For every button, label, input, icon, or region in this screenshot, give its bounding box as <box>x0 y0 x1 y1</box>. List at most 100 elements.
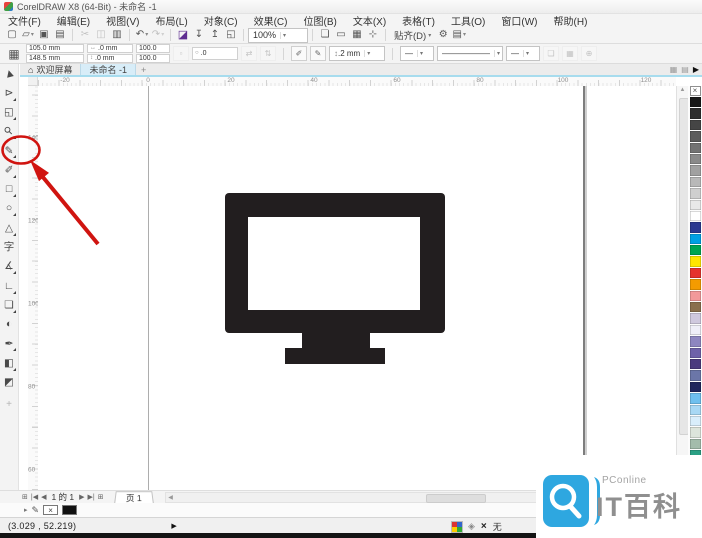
outline-width-combo[interactable]: ↕ .2 mm ▾ <box>329 46 385 61</box>
menu-item[interactable]: 对象(C) <box>196 14 246 28</box>
view-grid-icon[interactable]: ▦ <box>670 65 678 74</box>
end-arrowhead-combo[interactable]: — ▾ <box>506 46 540 61</box>
monitor-clipart-frame[interactable] <box>225 193 445 333</box>
artistic-media-tool[interactable]: ✐ <box>0 160 18 179</box>
palette-swatch[interactable] <box>689 404 701 415</box>
menu-item[interactable]: 文本(X) <box>345 14 394 28</box>
page-width-field[interactable]: 105.0 mm <box>26 44 84 53</box>
snap-to-dropdown[interactable]: 贴齐(D) <box>390 28 435 42</box>
palette-swatch[interactable] <box>689 381 701 393</box>
palette-swatch[interactable] <box>689 358 701 370</box>
rectangle-tool[interactable]: □ <box>0 180 18 199</box>
palette-swatch[interactable] <box>689 153 701 165</box>
palette-swatch[interactable] <box>689 176 701 188</box>
menu-item[interactable]: 窗口(W) <box>493 14 545 28</box>
palette-swatch[interactable] <box>689 119 701 131</box>
previous-page-button[interactable]: ◀ <box>41 494 46 501</box>
vertical-scrollbar[interactable]: ▲ ▼ <box>676 86 689 490</box>
menu-item[interactable]: 视图(V) <box>98 14 147 28</box>
horizontal-scroll-thumb[interactable] <box>426 493 487 503</box>
palette-swatch[interactable] <box>689 256 701 267</box>
position-y-field[interactable]: ↕ .0 mm <box>87 54 133 63</box>
palette-swatch[interactable] <box>689 131 701 142</box>
menu-item[interactable]: 位图(B) <box>295 14 344 28</box>
customize-toolbox-button[interactable]: + <box>0 396 18 412</box>
scale-y-field[interactable]: 100.0 <box>136 54 170 63</box>
to-front-button[interactable]: ▦ <box>562 46 578 61</box>
print-icon[interactable]: ▤ <box>52 28 68 43</box>
search-content-icon[interactable]: ◪ <box>175 28 191 43</box>
palette-swatch[interactable] <box>689 267 701 279</box>
add-page-before-button[interactable]: ⊞ <box>22 494 28 501</box>
scroll-left-icon[interactable]: ◀ <box>168 494 173 501</box>
palette-swatch[interactable] <box>689 233 701 245</box>
new-document-icon[interactable]: ▢ <box>4 28 20 43</box>
palette-swatch[interactable] <box>689 210 701 222</box>
center-button[interactable]: ⊕ <box>581 46 597 61</box>
position-x-field[interactable]: ↔ .0 mm <box>87 44 133 53</box>
connector-tool[interactable]: ∟ <box>0 276 18 295</box>
status-arrow-icon[interactable]: ▶ <box>171 522 176 530</box>
show-grid-icon[interactable]: ▦ <box>349 28 365 43</box>
copy-icon[interactable]: ◫ <box>93 28 109 43</box>
document-no-color-swatch[interactable]: × <box>43 505 59 515</box>
palette-swatch[interactable] <box>689 347 701 358</box>
palette-swatch[interactable] <box>689 279 701 290</box>
menu-item[interactable]: 工具(O) <box>443 14 493 28</box>
options-gear-icon[interactable]: ⚙ <box>435 28 451 43</box>
pick-tool[interactable]: ▶ <box>0 64 18 83</box>
palette-swatch[interactable] <box>689 336 701 347</box>
dimension-tool[interactable]: ∡ <box>0 257 18 276</box>
freehand-tool[interactable]: ✎ <box>0 141 18 160</box>
export-icon[interactable]: ↥ <box>207 28 223 43</box>
first-page-button[interactable]: |◀ <box>31 494 38 501</box>
cut-icon[interactable]: ✂ <box>77 28 93 43</box>
show-rulers-icon[interactable]: ▭ <box>333 28 349 43</box>
palette-swatch[interactable] <box>689 142 701 153</box>
drawing-canvas[interactable] <box>38 86 676 490</box>
menu-item[interactable]: 文件(F) <box>0 14 49 28</box>
eyedropper-tool[interactable]: ✒ <box>0 334 18 353</box>
document-black-swatch[interactable] <box>62 505 78 515</box>
vertical-scroll-thumb[interactable] <box>678 98 689 435</box>
scroll-up-icon[interactable]: ▲ <box>677 87 688 93</box>
show-guidelines-icon[interactable]: ⊹ <box>365 28 381 43</box>
palette-swatch[interactable] <box>689 108 701 119</box>
palette-swatch[interactable] <box>689 199 701 210</box>
publish-pdf-icon[interactable]: ◱ <box>223 28 239 43</box>
menu-item[interactable]: 布局(L) <box>147 14 195 28</box>
palette-swatch[interactable] <box>689 438 701 450</box>
rotation-angle-field[interactable]: ○ .0 <box>192 47 238 60</box>
ellipse-tool[interactable]: ○ <box>0 199 18 218</box>
page-height-field[interactable]: 148.5 mm <box>26 54 84 63</box>
document-palette-edit-icon[interactable]: ✎ <box>32 505 40 516</box>
palette-swatch[interactable] <box>689 165 701 176</box>
text-tool[interactable]: 字 <box>0 238 18 257</box>
paste-icon[interactable]: ▥ <box>109 28 125 43</box>
tab-untitled-document[interactable]: 未命名 -1 <box>80 64 136 75</box>
smart-fill-tool[interactable]: ◩ <box>0 373 18 392</box>
undo-icon[interactable]: ↶ <box>134 28 150 43</box>
interactive-fill-tool[interactable]: ◧ <box>0 353 18 372</box>
drop-shadow-tool[interactable]: ❏ <box>0 296 18 315</box>
start-arrowhead-combo[interactable]: — ▾ <box>400 46 434 61</box>
palette-swatch[interactable] <box>689 324 701 336</box>
application-launcher-icon[interactable]: ▤ <box>451 28 467 43</box>
palette-swatch[interactable] <box>689 427 701 438</box>
no-color-swatch[interactable]: × <box>689 86 701 96</box>
open-icon[interactable]: ▱ <box>20 28 36 43</box>
propbar-button-a[interactable]: ✐ <box>291 46 307 61</box>
line-style-combo[interactable]: ———————▾ <box>437 46 503 61</box>
crop-tool[interactable]: ◱ <box>0 103 18 122</box>
page-1-tab[interactable]: 页 1 <box>113 491 154 504</box>
shape-tool[interactable]: ⊳ <box>0 83 18 102</box>
next-page-button[interactable]: ▶ <box>79 494 84 501</box>
palette-swatch[interactable] <box>689 393 701 404</box>
view-list-icon[interactable]: ▤ <box>681 65 689 74</box>
palette-swatch[interactable] <box>689 290 701 302</box>
scroll-right-icon[interactable]: ▶ <box>693 65 699 74</box>
page-metrics-icon[interactable]: ▦ <box>5 47 23 61</box>
palette-swatch[interactable] <box>689 313 701 324</box>
zoom-tool[interactable]: ⚲ <box>0 122 18 141</box>
palette-swatch[interactable] <box>689 370 701 381</box>
